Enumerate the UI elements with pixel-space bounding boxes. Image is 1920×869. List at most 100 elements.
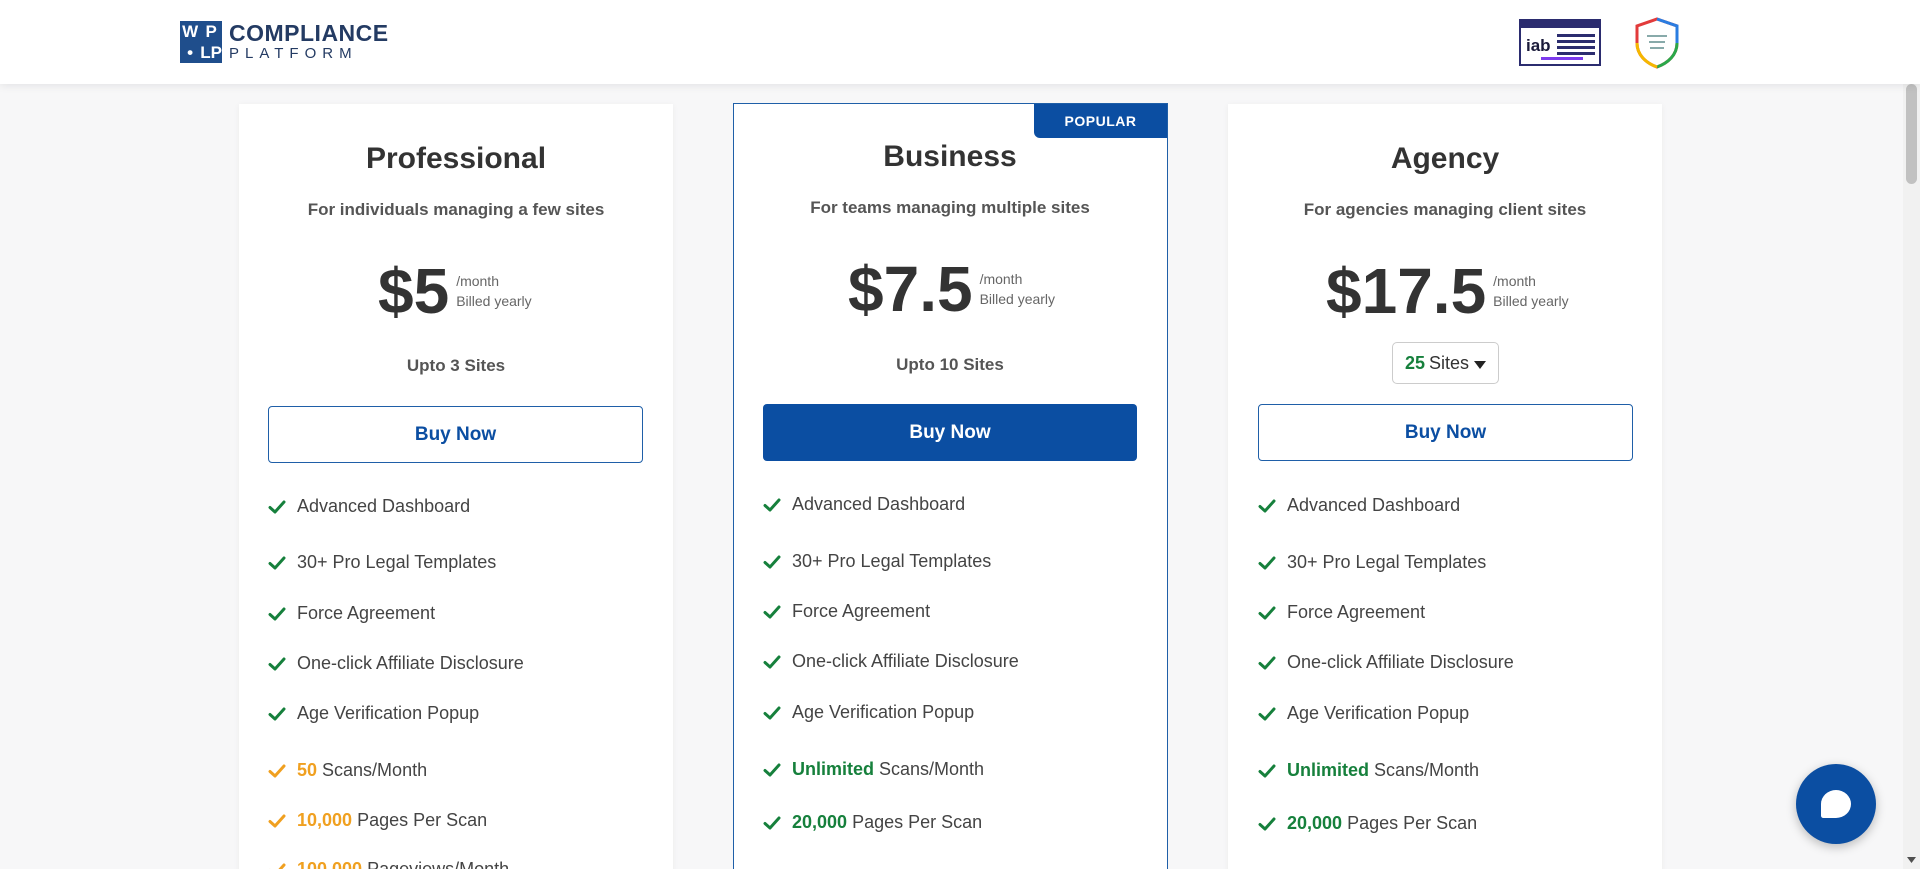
logo-mark: W P • LP bbox=[180, 21, 222, 63]
caret-down-icon bbox=[1474, 360, 1487, 369]
feature-item: One-click Affiliate Disclosure bbox=[763, 651, 1019, 672]
page-scrollbar[interactable] bbox=[1903, 84, 1920, 869]
plan-subtitle: For agencies managing client sites bbox=[1303, 200, 1587, 219]
feature-item: Age Verification Popup bbox=[763, 702, 974, 723]
feature-label: Advanced Dashboard bbox=[1287, 495, 1461, 515]
feature-label: Age Verification Popup bbox=[1287, 703, 1470, 723]
chat-bubble-icon bbox=[1821, 790, 1851, 818]
feature-item: 30+ Pro Legal Templates bbox=[1258, 552, 1486, 573]
brand-logo[interactable]: W P • LP COMPLIANCE PLATFORM bbox=[180, 21, 389, 63]
feature-item: 100,000 Pageviews/Month bbox=[268, 859, 509, 869]
feature-item: 50 Scans/Month bbox=[268, 760, 427, 781]
logo-mark-char: P bbox=[205, 22, 217, 41]
feature-label: Force Agreement bbox=[1287, 602, 1426, 622]
plan-price: $5 bbox=[378, 255, 450, 327]
plan-price: $7.5 bbox=[848, 253, 973, 325]
feature-item: Unlimited Scans/Month bbox=[1258, 760, 1479, 781]
feature-label: Advanced Dashboard bbox=[792, 494, 966, 514]
feature-item: Age Verification Popup bbox=[1258, 703, 1469, 724]
logo-mark-char: W bbox=[182, 22, 199, 41]
buy-now-button-agency[interactable]: Buy Now bbox=[1258, 404, 1633, 461]
check-icon bbox=[1258, 817, 1276, 830]
feature-label: Scans/Month bbox=[1374, 760, 1480, 780]
feature-label: Scans/Month bbox=[322, 760, 428, 780]
check-icon bbox=[763, 655, 781, 668]
buy-now-button-business[interactable]: Buy Now bbox=[763, 404, 1137, 461]
logo-mark-char: • bbox=[187, 43, 194, 62]
chat-launcher-button[interactable] bbox=[1796, 764, 1876, 844]
feature-item: Advanced Dashboard bbox=[763, 494, 965, 515]
feature-label: One-click Affiliate Disclosure bbox=[1287, 652, 1514, 672]
check-icon bbox=[1258, 656, 1276, 669]
feature-label: 30+ Pro Legal Templates bbox=[1287, 552, 1487, 572]
logo-mark-char: LP bbox=[200, 43, 222, 62]
check-icon bbox=[763, 555, 781, 568]
price-billing: Billed yearly bbox=[1493, 293, 1569, 309]
feature-label: Pages Per Scan bbox=[357, 810, 488, 830]
feature-label: One-click Affiliate Disclosure bbox=[792, 651, 1019, 671]
feature-label: Pages Per Scan bbox=[852, 812, 983, 832]
feature-item: Force Agreement bbox=[763, 601, 930, 622]
feature-item: Unlimited Scans/Month bbox=[763, 759, 984, 780]
check-icon bbox=[763, 706, 781, 719]
popular-badge: POPULAR bbox=[1034, 104, 1167, 138]
feature-item: Advanced Dashboard bbox=[268, 496, 470, 517]
feature-label: Pages Per Scan bbox=[1347, 813, 1478, 833]
scroll-down-arrow-icon[interactable] bbox=[1906, 855, 1917, 865]
certified-cmp-shield-icon bbox=[1635, 17, 1679, 69]
check-icon bbox=[763, 605, 781, 618]
check-icon bbox=[268, 657, 286, 670]
check-icon bbox=[763, 498, 781, 511]
price-period: /month bbox=[456, 273, 499, 289]
check-icon bbox=[268, 814, 286, 827]
check-icon bbox=[268, 500, 286, 513]
check-icon bbox=[1258, 764, 1276, 777]
check-icon bbox=[763, 816, 781, 829]
logo-line-1: COMPLIANCE bbox=[229, 19, 389, 46]
feature-label: Advanced Dashboard bbox=[297, 496, 471, 516]
plan-sites: Upto 10 Sites bbox=[896, 355, 1004, 374]
check-icon bbox=[1258, 556, 1276, 569]
scrollbar-thumb[interactable] bbox=[1906, 84, 1917, 184]
feature-label: Pageviews/Month bbox=[367, 859, 510, 869]
feature-label: Age Verification Popup bbox=[297, 703, 480, 723]
feature-highlight: Unlimited bbox=[1287, 760, 1370, 780]
feature-label: Scans/Month bbox=[879, 759, 985, 779]
feature-item: 20,000 Pages Per Scan bbox=[763, 812, 982, 833]
feature-item: 30+ Pro Legal Templates bbox=[763, 551, 991, 572]
plan-price-block: $17.5 /month Billed yearly bbox=[1326, 259, 1569, 323]
sites-count-value: 25 bbox=[1404, 352, 1425, 373]
plan-price-block: $7.5 /month Billed yearly bbox=[848, 257, 1055, 321]
feature-highlight: 20,000 bbox=[1287, 813, 1343, 833]
feature-label: Force Agreement bbox=[792, 601, 931, 621]
check-icon bbox=[1258, 499, 1276, 512]
check-icon bbox=[268, 556, 286, 569]
feature-label: Age Verification Popup bbox=[792, 702, 975, 722]
check-icon bbox=[268, 764, 286, 777]
feature-highlight: Unlimited bbox=[792, 759, 875, 779]
plan-title: Professional bbox=[365, 142, 547, 175]
plan-sites: Upto 3 Sites bbox=[406, 356, 506, 375]
price-billing: Billed yearly bbox=[456, 293, 532, 309]
check-icon bbox=[268, 607, 286, 620]
feature-item: Advanced Dashboard bbox=[1258, 495, 1460, 516]
check-icon bbox=[268, 863, 286, 869]
feature-label: Force Agreement bbox=[297, 603, 436, 623]
feature-highlight: 100,000 bbox=[297, 859, 363, 869]
feature-label: One-click Affiliate Disclosure bbox=[297, 653, 524, 673]
feature-highlight: 50 bbox=[297, 760, 318, 780]
buy-now-button-professional[interactable]: Buy Now bbox=[268, 406, 643, 463]
feature-item: Age Verification Popup bbox=[268, 703, 479, 724]
feature-item: 10,000 Pages Per Scan bbox=[268, 810, 487, 831]
plan-subtitle: For individuals managing a few sites bbox=[307, 200, 605, 219]
feature-item: 30+ Pro Legal Templates bbox=[268, 552, 496, 573]
price-period: /month bbox=[1493, 273, 1536, 289]
sites-count-select[interactable]: 25 Sites bbox=[1392, 342, 1499, 384]
feature-highlight: 20,000 bbox=[792, 812, 848, 832]
feature-item: Force Agreement bbox=[268, 603, 435, 624]
feature-label: 30+ Pro Legal Templates bbox=[792, 551, 992, 571]
price-period: /month bbox=[979, 271, 1023, 287]
plan-subtitle: For teams managing multiple sites bbox=[810, 198, 1090, 217]
feature-item: One-click Affiliate Disclosure bbox=[1258, 652, 1514, 673]
plan-price: $17.5 bbox=[1326, 255, 1487, 327]
